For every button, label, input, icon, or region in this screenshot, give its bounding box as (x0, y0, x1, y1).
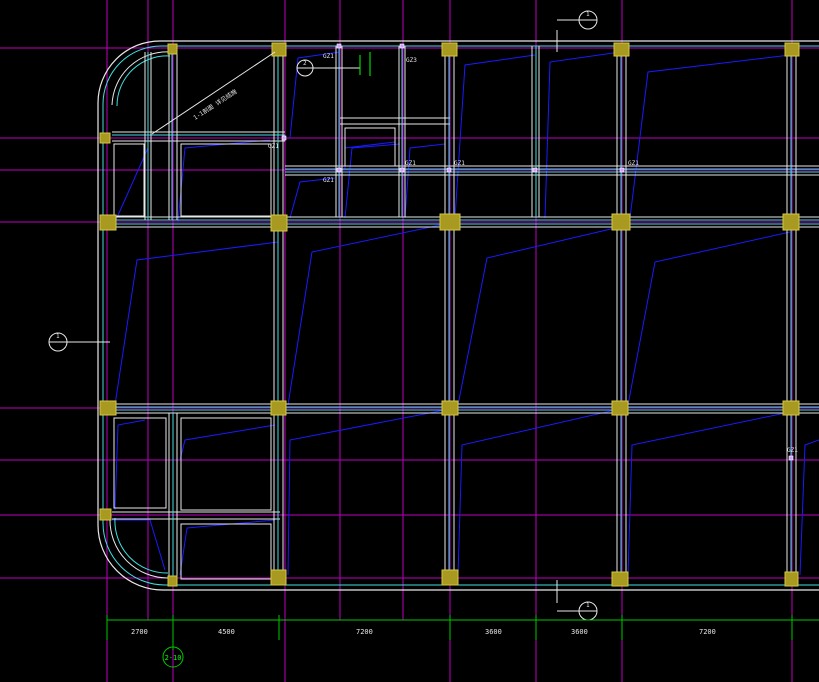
section-marker-left-label: 1 (56, 333, 60, 340)
axis-label: 2-10 (165, 654, 182, 662)
cad-drawing-canvas[interactable]: 1-1剖面 详见结施 1 1 1 2 GZ1 GZ1 GZ1 GZ1 GZ1 G… (0, 0, 819, 682)
section-marker-bottom-label: 1 (586, 602, 590, 609)
dim-4: 3600 (485, 628, 502, 636)
small-columns (281, 43, 794, 461)
tag-gz3: GZ3 (406, 57, 417, 64)
dim-5: 3600 (571, 628, 588, 636)
outer-walls (97, 40, 819, 591)
dimension-texts: 2700 4500 7200 3600 3600 7200 (131, 628, 716, 636)
tag-gz1-right: GZ1 (787, 447, 798, 454)
dim-3: 7200 (356, 628, 373, 636)
dim-1: 2700 (131, 628, 148, 636)
diagonal-note: 1-1剖面 详见结施 (192, 87, 239, 121)
tag-gz1-e: GZ1 (454, 160, 465, 167)
floor-plan-svg: 1-1剖面 详见结施 1 1 1 2 GZ1 GZ1 GZ1 GZ1 GZ1 G… (0, 0, 819, 682)
section-marker-bottom (556, 580, 598, 621)
tag-gz1-f: GZ1 (628, 160, 639, 167)
section-marker-top-label: 1 (586, 11, 590, 18)
slab-lines (112, 51, 819, 576)
grid-lines (0, 0, 819, 682)
dim-6: 7200 (699, 628, 716, 636)
detail-marker-label: 2 (303, 60, 307, 67)
column-tags: GZ1 GZ1 GZ1 GZ1 GZ1 GZ1 GZ3 GZ1 (268, 53, 798, 454)
tag-gz1-b: GZ1 (268, 143, 279, 150)
dim-2: 4500 (218, 628, 235, 636)
tag-gz1-d: GZ1 (405, 160, 416, 167)
diagonal-leader: 1-1剖面 详见结施 (151, 51, 276, 135)
tag-gz1-a: GZ1 (323, 53, 334, 60)
tag-gz1-c: GZ1 (323, 177, 334, 184)
